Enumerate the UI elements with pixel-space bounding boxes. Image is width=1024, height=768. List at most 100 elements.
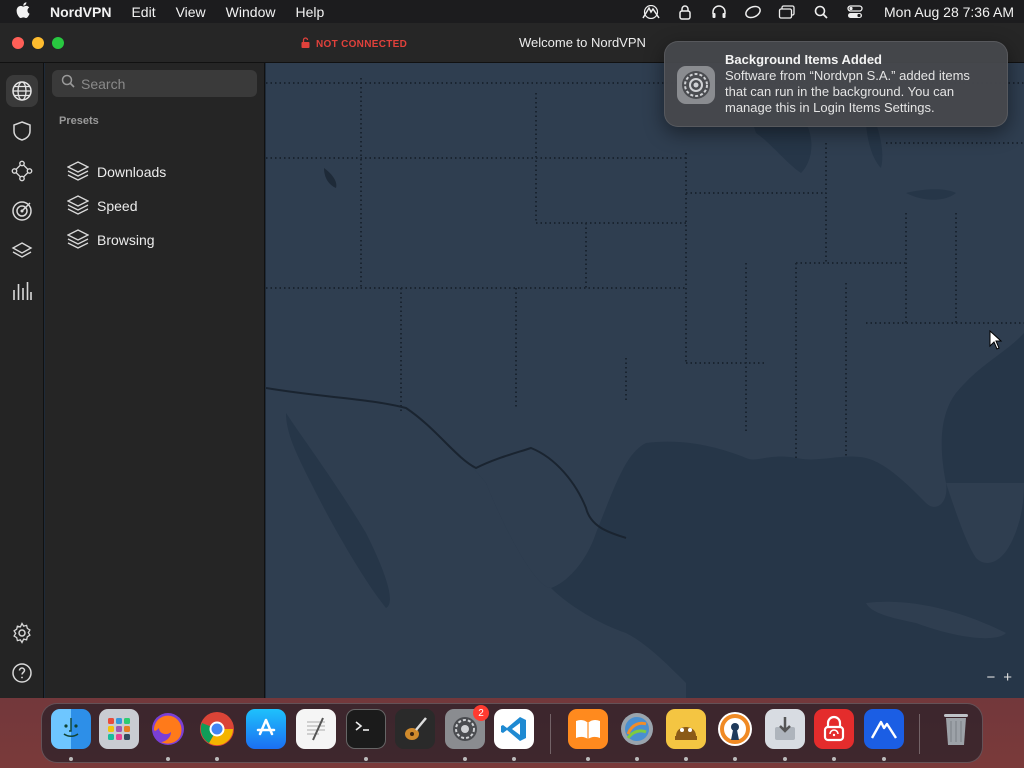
app-menu[interactable]: NordVPN bbox=[50, 4, 111, 20]
connection-status-label: NOT CONNECTED bbox=[316, 38, 408, 50]
running-indicator bbox=[364, 757, 368, 761]
layers-icon[interactable] bbox=[10, 239, 34, 263]
preset-label: Speed bbox=[97, 198, 138, 214]
dock-garageband[interactable] bbox=[395, 709, 435, 755]
unlocked-icon bbox=[301, 37, 310, 51]
globe-icon[interactable] bbox=[6, 75, 38, 107]
map-zoom-controls: − + bbox=[986, 669, 1012, 686]
layers-icon bbox=[66, 194, 90, 219]
dock-app-store[interactable] bbox=[246, 709, 286, 755]
dock-launchpad[interactable] bbox=[99, 709, 139, 755]
chrome-icon bbox=[197, 709, 237, 749]
window-title: Welcome to NordVPN bbox=[519, 35, 646, 50]
running-indicator bbox=[733, 757, 737, 761]
menu-view[interactable]: View bbox=[176, 4, 206, 20]
dock-cyberduck[interactable] bbox=[666, 709, 706, 761]
zoom-in-button[interactable]: + bbox=[1003, 669, 1012, 686]
app-store-icon bbox=[246, 709, 286, 749]
preset-speed[interactable]: Speed bbox=[66, 193, 257, 219]
dock-separator bbox=[550, 714, 551, 754]
system-settings-icon bbox=[677, 66, 715, 104]
nav-rail bbox=[0, 63, 44, 698]
books-icon bbox=[568, 709, 608, 749]
lock-status-icon[interactable] bbox=[676, 3, 694, 21]
dock-installer[interactable] bbox=[765, 709, 805, 761]
cyberduck-icon bbox=[666, 709, 706, 749]
openvpn-icon bbox=[715, 709, 755, 749]
dock-finder[interactable] bbox=[51, 709, 91, 761]
window-controls bbox=[12, 36, 64, 49]
window-icon[interactable] bbox=[778, 3, 796, 21]
menu-bar: NordVPN Edit View Window Help Mon Aug 28… bbox=[0, 0, 1024, 23]
close-window-button[interactable] bbox=[12, 36, 24, 49]
search-icon[interactable] bbox=[812, 3, 830, 21]
control-center-icon[interactable] bbox=[846, 3, 864, 21]
terminal-icon bbox=[346, 709, 386, 749]
system-settings-icon: 2 bbox=[445, 705, 489, 749]
dock-migration-assistant[interactable] bbox=[617, 709, 657, 761]
notification-title: Background Items Added bbox=[725, 52, 882, 67]
background-items-notification[interactable]: Background Items Added Software from “No… bbox=[664, 41, 1008, 127]
dock-nordvpn[interactable] bbox=[864, 709, 904, 761]
nordvpn-status-icon[interactable] bbox=[642, 3, 660, 21]
menubar-clock[interactable]: Mon Aug 28 7:36 AM bbox=[884, 4, 1014, 20]
dock-trash[interactable] bbox=[936, 709, 976, 755]
firefox-icon bbox=[148, 709, 188, 749]
dock-vscode[interactable] bbox=[494, 709, 534, 761]
creative-cloud-icon[interactable] bbox=[744, 3, 762, 21]
apple-menu-icon[interactable] bbox=[16, 1, 36, 22]
vpn-lock-icon bbox=[814, 709, 854, 749]
notification-body: Software from “Nordvpn S.A.” added items… bbox=[725, 68, 970, 115]
running-indicator bbox=[215, 757, 219, 761]
running-indicator bbox=[463, 757, 467, 761]
sidebar: Presets Downloads Speed Browsing bbox=[45, 63, 265, 698]
zoom-window-button[interactable] bbox=[52, 36, 64, 49]
search-icon bbox=[61, 74, 75, 93]
dock-system-settings[interactable]: 2 bbox=[445, 705, 489, 761]
mouse-cursor-icon bbox=[989, 329, 1003, 355]
running-indicator bbox=[512, 757, 516, 761]
preset-label: Downloads bbox=[97, 164, 167, 180]
running-indicator bbox=[832, 757, 836, 761]
garageband-icon bbox=[395, 709, 435, 749]
map-graphic bbox=[265, 63, 1024, 698]
shield-icon[interactable] bbox=[10, 119, 34, 143]
menu-window[interactable]: Window bbox=[226, 4, 276, 20]
search-input[interactable] bbox=[81, 75, 251, 92]
target-icon[interactable] bbox=[10, 199, 34, 223]
vscode-icon bbox=[494, 709, 534, 749]
trash-icon bbox=[936, 709, 976, 749]
migration-assistant-icon bbox=[617, 709, 657, 749]
dock-books[interactable] bbox=[568, 709, 608, 761]
launchpad-icon bbox=[99, 709, 139, 749]
preset-label: Browsing bbox=[97, 232, 155, 248]
minimize-window-button[interactable] bbox=[32, 36, 44, 49]
dock: 2 bbox=[41, 703, 983, 763]
textedit-icon bbox=[296, 709, 336, 749]
preset-browsing[interactable]: Browsing bbox=[66, 227, 257, 253]
search-field[interactable] bbox=[52, 70, 257, 97]
dock-vpn-lock[interactable] bbox=[814, 709, 854, 761]
server-map[interactable]: − + bbox=[265, 63, 1024, 698]
running-indicator bbox=[586, 757, 590, 761]
dock-firefox[interactable] bbox=[148, 709, 188, 761]
running-indicator bbox=[684, 757, 688, 761]
running-indicator bbox=[783, 757, 787, 761]
help-icon[interactable] bbox=[10, 661, 34, 685]
dock-terminal[interactable] bbox=[346, 709, 386, 761]
stats-icon[interactable] bbox=[10, 279, 34, 303]
headphones-icon[interactable] bbox=[710, 3, 728, 21]
dock-openvpn[interactable] bbox=[715, 709, 755, 761]
menu-edit[interactable]: Edit bbox=[131, 4, 155, 20]
preset-downloads[interactable]: Downloads bbox=[66, 159, 257, 185]
dock-textedit[interactable] bbox=[296, 709, 336, 755]
settings-icon[interactable] bbox=[10, 621, 34, 645]
meshnet-icon[interactable] bbox=[10, 159, 34, 183]
zoom-out-button[interactable]: − bbox=[986, 669, 995, 686]
connection-status: NOT CONNECTED bbox=[301, 37, 407, 51]
presets-heading: Presets bbox=[59, 115, 99, 127]
running-indicator bbox=[69, 757, 73, 761]
dock-chrome[interactable] bbox=[197, 709, 237, 761]
running-indicator bbox=[166, 757, 170, 761]
menu-help[interactable]: Help bbox=[295, 4, 324, 20]
